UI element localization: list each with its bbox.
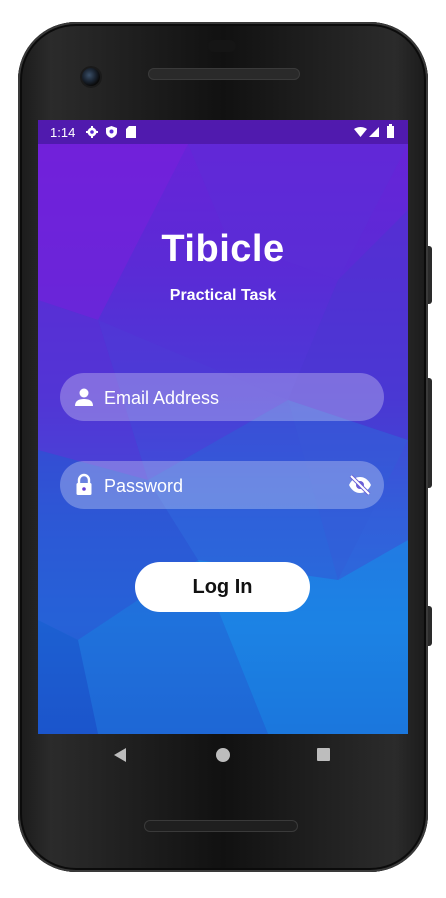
lock-icon [76, 473, 92, 495]
power-button [428, 246, 432, 304]
password-input[interactable] [102, 461, 342, 511]
email-input[interactable] [102, 373, 342, 423]
settings-icon [86, 126, 98, 138]
app-title: Tibicle [161, 228, 285, 270]
app-screen: 1:14 Tibicle Practical Task Email Addres… [38, 120, 408, 734]
person-icon [75, 388, 93, 406]
recents-icon[interactable] [317, 748, 330, 761]
status-time: 1:14 [50, 125, 76, 140]
status-bar: 1:14 [38, 120, 408, 144]
signal-icon [369, 127, 379, 137]
volume-button [428, 378, 432, 488]
login-button[interactable]: Log In [135, 562, 310, 612]
eye-off-icon[interactable] [348, 473, 372, 497]
sd-card-icon [126, 126, 136, 138]
navigation-bar [38, 734, 408, 778]
side-button [428, 606, 432, 646]
back-icon[interactable] [114, 748, 126, 762]
wifi-icon [354, 127, 367, 137]
password-field[interactable] [60, 461, 384, 511]
email-field[interactable] [60, 373, 384, 423]
front-camera-icon [82, 68, 100, 86]
app-subtitle: Practical Task [169, 287, 277, 304]
earpiece-notch [208, 40, 236, 52]
top-speaker-grille [148, 68, 300, 80]
backdrop [0, 0, 18, 898]
bottom-speaker-grille [144, 820, 298, 832]
shield-icon [106, 126, 117, 138]
background-facets [38, 144, 408, 734]
home-icon[interactable] [216, 748, 230, 762]
battery-icon [387, 124, 394, 138]
